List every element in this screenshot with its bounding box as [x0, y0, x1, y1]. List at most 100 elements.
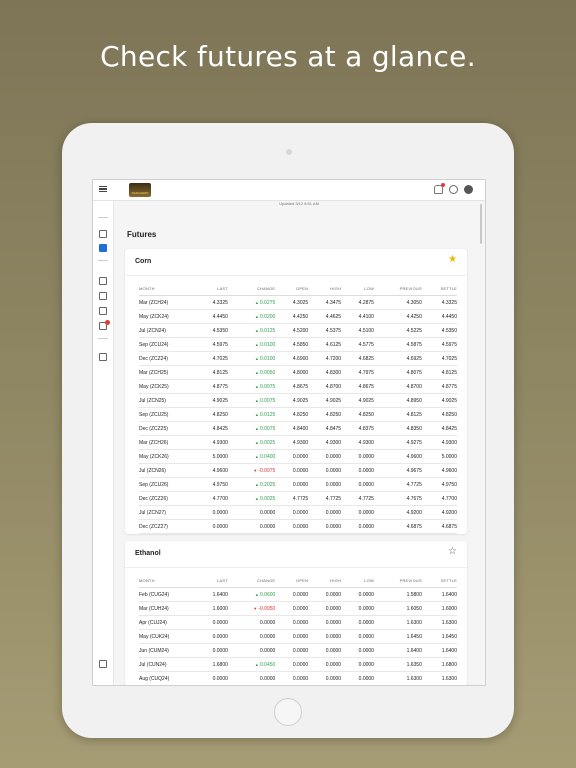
device-icon[interactable]: [99, 660, 107, 668]
change-value: 0.0075: [260, 425, 276, 432]
table-row[interactable]: Jul (CUN24) 1.6800 ▲ 0.0450 0.0000 0.0000 0.0…: [139, 657, 457, 672]
cell-last: 4.8250: [195, 407, 228, 422]
table-row[interactable]: Dec (ZCZ24) 4.7025 ▲ 0.0100 4.6900 4.7200 4.6…: [139, 351, 457, 366]
cell-high: 4.6125: [308, 337, 342, 352]
column-header: OPEN: [275, 281, 309, 296]
cell-change: ▲ 0.2025: [227, 477, 276, 492]
book-icon[interactable]: [99, 292, 107, 300]
card-title: Ethanol: [135, 550, 161, 557]
cell-previous: 4.9200: [373, 505, 422, 520]
table-row[interactable]: Jun (CUM24) 0.0000 0.0000 0.0000 0.0000 0.000…: [139, 643, 457, 658]
change-value: 0.0275: [260, 299, 276, 306]
table-row[interactable]: Dec (ZCZ27) 0.0000 0.0000 0.0000 0.0000 0.000…: [139, 519, 457, 534]
table-row[interactable]: Aug (CUQ24) 0.0000 0.0000 0.0000 0.0000 0.000…: [139, 671, 457, 685]
change-value: 0.0050: [260, 369, 276, 376]
cell-settle: 5.0000: [421, 449, 457, 464]
cell-high: 4.9300: [308, 435, 342, 450]
cell-high: 4.3475: [308, 295, 342, 310]
table-row[interactable]: May (ZCK24) 4.4450 ▲ 0.0200 4.4250 4.4625 4.4…: [139, 309, 457, 324]
tablet-frame: RANCHERS Updated 3/12 8:51 AM Futures Co…: [62, 123, 514, 738]
table-row[interactable]: Sep (ZCU24) 4.5975 ▲ 0.0100 4.5850 4.6125 4.5…: [139, 337, 457, 352]
table-row[interactable]: Mar (ZCH24) 4.3325 ▲ 0.0275 4.3025 4.3475 4.2…: [139, 295, 457, 310]
cell-last: 0.0000: [195, 615, 228, 630]
silo-icon[interactable]: [99, 307, 107, 315]
cell-change: ▲ 0.0100: [227, 337, 276, 352]
cell-open: 0.0000: [275, 463, 309, 478]
table-row[interactable]: Jul (ZCN27) 0.0000 0.0000 0.0000 0.0000 0.000…: [139, 505, 457, 520]
document-icon[interactable]: [99, 353, 107, 361]
cell-change: ▲ 0.0025: [227, 435, 276, 450]
table-row[interactable]: Dec (ZCZ25) 4.8425 ▲ 0.0075 4.8400 4.8475 4.8…: [139, 421, 457, 436]
help-icon[interactable]: [449, 185, 458, 194]
cell-high: 0.0000: [308, 519, 342, 534]
cell-change: ▲ 0.0075: [227, 393, 276, 408]
cell-open: 0.0000: [275, 629, 309, 644]
card-header: Ethanol ☆: [125, 541, 467, 568]
table-row[interactable]: Sep (ZCU26) 4.9750 ▲ 0.2025 0.0000 0.0000 0.0…: [139, 477, 457, 492]
table-row[interactable]: Dec (ZCZ26) 4.7700 ▲ 0.0025 4.7725 4.7725 4.7…: [139, 491, 457, 506]
table-row[interactable]: Apr (CUJ24) 0.0000 0.0000 0.0000 0.0000 0.000…: [139, 615, 457, 630]
change-value: -0.0050: [258, 605, 276, 612]
cell-open: 4.7725: [275, 491, 309, 506]
table-row[interactable]: Jul (ZCN25) 4.9025 ▲ 0.0075 4.9025 4.9025 4.9…: [139, 393, 457, 408]
change-value: 0.0125: [260, 411, 276, 418]
bell-icon[interactable]: [434, 183, 445, 194]
cell-high: 0.0000: [308, 477, 342, 492]
cell-low: 0.0000: [341, 601, 374, 616]
sidebar-divider: [98, 338, 108, 339]
table-row[interactable]: Jul (ZCN26) 4.9600 ▼ -0.0075 0.0000 0.0000 0.…: [139, 463, 457, 478]
favorite-star-icon[interactable]: ☆: [448, 547, 457, 557]
cell-last: 4.5975: [195, 337, 228, 352]
camera-dot: [286, 149, 292, 155]
cell-low: 0.0000: [341, 657, 374, 672]
cell-month: Jun (CUM24): [139, 643, 195, 658]
cell-month: Jul (ZCN25): [139, 393, 195, 408]
cell-low: 4.5775: [341, 337, 374, 352]
scrollbar[interactable]: [480, 204, 482, 244]
cell-month: Jul (ZCN26): [139, 463, 195, 478]
cell-open: 4.5850: [275, 337, 309, 352]
table-row[interactable]: Sep (ZCU25) 4.8250 ▲ 0.0125 4.8250 4.8250 4.8…: [139, 407, 457, 422]
cell-high: 4.7200: [308, 351, 342, 366]
account-icon[interactable]: [464, 185, 473, 194]
app-logo[interactable]: RANCHERS: [129, 183, 151, 197]
cell-change: 0.0000: [227, 519, 276, 534]
cell-previous: 1.6050: [373, 601, 422, 616]
cell-previous: 1.5800: [373, 587, 422, 602]
cell-previous: 4.9600: [373, 449, 422, 464]
table-row[interactable]: May (CUK24) 0.0000 0.0000 0.0000 0.0000 0.000…: [139, 629, 457, 644]
cell-settle: 1.6450: [421, 629, 457, 644]
cell-month: Mar (ZCH26): [139, 435, 195, 450]
cell-low: 0.0000: [341, 671, 374, 685]
table-row[interactable]: Mar (ZCH26) 4.9300 ▲ 0.0025 4.9300 4.9300 4.9…: [139, 435, 457, 450]
cell-settle: 4.8250: [421, 407, 457, 422]
cell-low: 4.5100: [341, 323, 374, 338]
cell-change: ▲ 0.0100: [227, 351, 276, 366]
cell-open: 0.0000: [275, 615, 309, 630]
table-row[interactable]: May (ZCK25) 4.8775 ▲ 0.0075 4.8675 4.8700 4.8…: [139, 379, 457, 394]
table-row[interactable]: May (ZCK26) 5.0000 ▲ 0.0400 0.0000 0.0000 0.0…: [139, 449, 457, 464]
table-row[interactable]: Mar (ZCH25) 4.8125 ▲ 0.0050 4.8000 4.8300 4.7…: [139, 365, 457, 380]
cell-open: 0.0000: [275, 477, 309, 492]
table-row[interactable]: Mar (CUH24) 1.6000 ▼ -0.0050 0.0000 0.0000 0.…: [139, 601, 457, 616]
hamburger-menu-icon[interactable]: [99, 186, 107, 192]
cell-settle: 4.9200: [421, 505, 457, 520]
table-row[interactable]: Jul (ZCN24) 4.5350 ▲ 0.0125 4.5200 4.5375 4.5…: [139, 323, 457, 338]
news-icon[interactable]: [99, 277, 107, 285]
cell-previous: 4.8125: [373, 407, 422, 422]
cell-change: ▲ 0.0125: [227, 323, 276, 338]
column-header: CHANGE: [227, 281, 276, 296]
sidebar-divider: [98, 217, 108, 218]
futures-icon[interactable]: [99, 244, 107, 252]
change-value: 0.0025: [260, 439, 276, 446]
cell-previous: 4.8075: [373, 365, 422, 380]
home-button[interactable]: [274, 698, 302, 726]
favorite-star-icon[interactable]: ★: [448, 255, 457, 265]
table-row[interactable]: Feb (CUG24) 1.6400 ▲ 0.0600 0.0000 0.0000 0.0…: [139, 587, 457, 602]
cell-low: 4.7725: [341, 491, 374, 506]
cell-previous: 4.5225: [373, 323, 422, 338]
cell-settle: 4.9025: [421, 393, 457, 408]
cell-settle: 4.7025: [421, 351, 457, 366]
app-screen: RANCHERS Updated 3/12 8:51 AM Futures Co…: [92, 179, 486, 686]
leaf-icon[interactable]: [99, 230, 107, 238]
